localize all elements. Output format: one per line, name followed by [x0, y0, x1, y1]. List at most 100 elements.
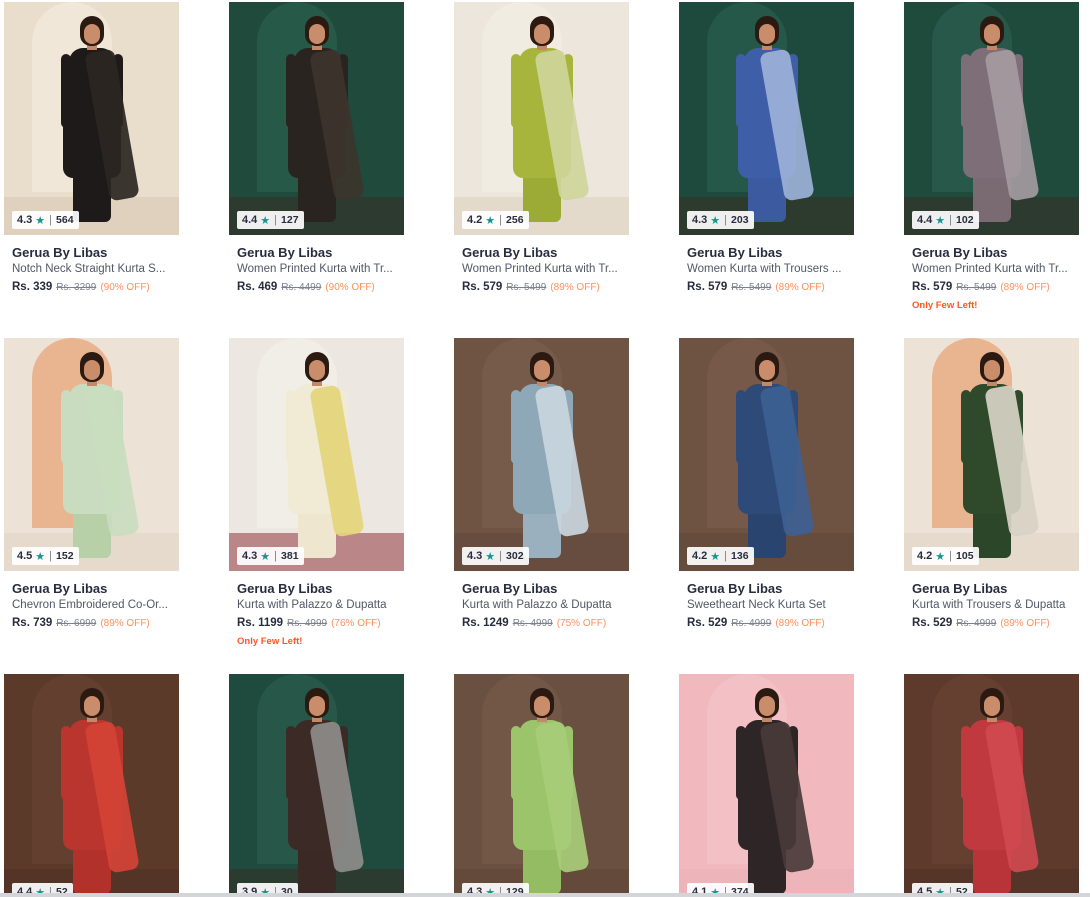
product-mrp: Rs. 5499: [956, 282, 997, 293]
product-image[interactable]: 4.4 ★ | 127: [229, 2, 404, 235]
rating-separator: |: [499, 550, 503, 562]
model-face: [758, 360, 775, 380]
rating-badge: 4.2 ★ | 136: [687, 547, 754, 565]
product-card[interactable]: 4.5 ★ | 52: [904, 674, 1079, 897]
product-title[interactable]: Chevron Embroidered Co-Or...: [4, 599, 174, 611]
product-brand[interactable]: Gerua By Libas: [679, 581, 854, 596]
product-title[interactable]: Kurta with Palazzo & Dupatta: [229, 599, 399, 611]
rating-badge: 4.5 ★ | 152: [12, 547, 79, 565]
model-figure: [53, 16, 140, 228]
model-figure: [953, 688, 1040, 897]
product-mrp: Rs. 3299: [56, 282, 97, 293]
rating-count: 203: [731, 214, 749, 226]
product-discount: (75% OFF): [556, 618, 607, 629]
product-image[interactable]: 4.2 ★ | 136: [679, 338, 854, 571]
rating-badge: 4.3 ★ | 564: [12, 211, 79, 229]
rating-value: 4.4: [242, 214, 258, 226]
model-figure: [953, 16, 1040, 228]
product-brand[interactable]: Gerua By Libas: [679, 245, 854, 260]
price-row: Rs. 1249 Rs. 4999 (75% OFF): [454, 617, 629, 629]
product-card[interactable]: 4.1 ★ | 374: [679, 674, 854, 897]
product-title[interactable]: Sweetheart Neck Kurta Set: [679, 599, 849, 611]
product-image[interactable]: 4.3 ★ | 302: [454, 338, 629, 571]
product-image[interactable]: 4.1 ★ | 374: [679, 674, 854, 897]
price-row: Rs. 1199 Rs. 4999 (76% OFF): [229, 617, 404, 629]
product-image[interactable]: 4.5 ★ | 152: [4, 338, 179, 571]
product-discount: (89% OFF): [1000, 618, 1050, 629]
product-image[interactable]: 4.2 ★ | 256: [454, 2, 629, 235]
product-card[interactable]: 4.4 ★ | 102 Gerua By Libas Women Printed…: [904, 2, 1079, 311]
product-mrp: Rs. 5499: [506, 282, 547, 293]
product-card[interactable]: 4.2 ★ | 256 Gerua By Libas Women Printed…: [454, 2, 629, 293]
product-mrp: Rs. 5499: [731, 282, 772, 293]
star-icon: ★: [35, 214, 46, 227]
product-brand[interactable]: Gerua By Libas: [229, 245, 404, 260]
product-brand[interactable]: Gerua By Libas: [454, 581, 629, 596]
product-card[interactable]: 4.4 ★ | 52: [4, 674, 179, 897]
star-icon: ★: [935, 214, 946, 227]
product-card[interactable]: 4.3 ★ | 302 Gerua By Libas Kurta with Pa…: [454, 338, 629, 629]
product-title[interactable]: Women Printed Kurta with Tr...: [229, 263, 399, 275]
product-title[interactable]: Women Kurta with Trousers ...: [679, 263, 849, 275]
rating-count: 256: [506, 214, 524, 226]
product-image[interactable]: 4.4 ★ | 52: [4, 674, 179, 897]
model-face: [983, 696, 1000, 716]
product-card[interactable]: 4.3 ★ | 203 Gerua By Libas Women Kurta w…: [679, 2, 854, 293]
product-price: Rs. 529: [912, 617, 953, 629]
model-face: [533, 24, 550, 44]
rating-count: 127: [281, 214, 299, 226]
price-row: Rs. 579 Rs. 5499 (89% OFF): [904, 281, 1079, 293]
star-icon: ★: [260, 550, 271, 563]
rating-separator: |: [274, 214, 278, 226]
product-mrp: Rs. 4999: [956, 618, 997, 629]
product-image[interactable]: 4.3 ★ | 381: [229, 338, 404, 571]
price-row: Rs. 579 Rs. 5499 (89% OFF): [454, 281, 629, 293]
product-image[interactable]: 4.4 ★ | 102: [904, 2, 1079, 235]
rating-badge: 4.4 ★ | 127: [237, 211, 304, 229]
product-card[interactable]: 4.4 ★ | 127 Gerua By Libas Women Printed…: [229, 2, 404, 293]
product-title[interactable]: Women Printed Kurta with Tr...: [904, 263, 1074, 275]
product-title[interactable]: Notch Neck Straight Kurta S...: [4, 263, 174, 275]
model-figure: [953, 352, 1040, 564]
product-title[interactable]: Women Printed Kurta with Tr...: [454, 263, 624, 275]
product-card[interactable]: 4.3 ★ | 129: [454, 674, 629, 897]
rating-badge: 4.2 ★ | 256: [462, 211, 529, 229]
product-title[interactable]: Kurta with Palazzo & Dupatta: [454, 599, 624, 611]
product-card[interactable]: 3.9 ★ | 30: [229, 674, 404, 897]
product-title[interactable]: Kurta with Trousers & Dupatta: [904, 599, 1074, 611]
model-face: [758, 696, 775, 716]
product-brand[interactable]: Gerua By Libas: [4, 245, 179, 260]
product-brand[interactable]: Gerua By Libas: [904, 245, 1079, 260]
rating-separator: |: [724, 550, 728, 562]
product-image[interactable]: 4.3 ★ | 564: [4, 2, 179, 235]
model-figure: [53, 688, 140, 897]
product-price: Rs. 1249: [462, 617, 509, 629]
product-card[interactable]: 4.3 ★ | 564 Gerua By Libas Notch Neck St…: [4, 2, 179, 293]
product-brand[interactable]: Gerua By Libas: [454, 245, 629, 260]
model-face: [533, 696, 550, 716]
star-icon: ★: [710, 214, 721, 227]
rating-value: 4.5: [17, 550, 33, 562]
model-figure: [728, 16, 815, 228]
model-face: [83, 360, 100, 380]
product-discount: (89% OFF): [100, 618, 150, 629]
product-card[interactable]: 4.2 ★ | 136 Gerua By Libas Sweetheart Ne…: [679, 338, 854, 629]
product-card[interactable]: 4.2 ★ | 105 Gerua By Libas Kurta with Tr…: [904, 338, 1079, 629]
rating-count: 302: [506, 550, 524, 562]
product-brand[interactable]: Gerua By Libas: [4, 581, 179, 596]
rating-separator: |: [949, 214, 953, 226]
product-card[interactable]: 4.5 ★ | 152 Gerua By Libas Chevron Embro…: [4, 338, 179, 629]
stock-warning: Only Few Left!: [912, 300, 978, 311]
product-card[interactable]: 4.3 ★ | 381 Gerua By Libas Kurta with Pa…: [229, 338, 404, 647]
rating-value: 4.2: [467, 214, 483, 226]
product-brand[interactable]: Gerua By Libas: [904, 581, 1079, 596]
product-image[interactable]: 4.3 ★ | 129: [454, 674, 629, 897]
rating-value: 4.2: [917, 550, 933, 562]
product-image[interactable]: 4.3 ★ | 203: [679, 2, 854, 235]
model-face: [983, 360, 1000, 380]
product-image[interactable]: 3.9 ★ | 30: [229, 674, 404, 897]
product-brand[interactable]: Gerua By Libas: [229, 581, 404, 596]
product-price: Rs. 579: [462, 281, 503, 293]
product-image[interactable]: 4.5 ★ | 52: [904, 674, 1079, 897]
product-image[interactable]: 4.2 ★ | 105: [904, 338, 1079, 571]
